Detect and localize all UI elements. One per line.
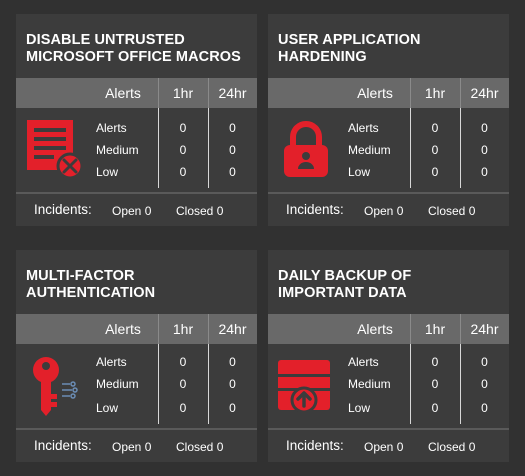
row-label-medium: Medium xyxy=(348,377,391,391)
row-label-medium: Medium xyxy=(96,143,139,157)
header-24hr: 24hr xyxy=(218,321,247,337)
card-title-line-2: IMPORTANT DATA xyxy=(278,285,407,301)
incidents-open[interactable]: Open 0 xyxy=(112,204,151,218)
row-label-alerts: Alerts xyxy=(348,121,379,135)
header-alerts: Alerts xyxy=(105,85,141,101)
low-1hr-value: 0 xyxy=(431,401,439,415)
header-divider xyxy=(208,78,209,108)
header-alerts: Alerts xyxy=(105,321,141,337)
incidents-open[interactable]: Open 0 xyxy=(112,440,151,454)
row-label-medium: Medium xyxy=(96,377,139,391)
card-title-line-1: MULTI-FACTOR xyxy=(26,268,135,284)
padlock-user-icon xyxy=(284,121,328,177)
row-label-alerts: Alerts xyxy=(96,355,127,369)
card-title-line-1: DISABLE UNTRUSTED xyxy=(26,32,185,48)
header-divider xyxy=(460,314,461,344)
medium-24hr-value: 0 xyxy=(229,377,236,391)
row-label-medium: Medium xyxy=(348,143,391,157)
incidents-open[interactable]: Open 0 xyxy=(364,204,403,218)
header-divider xyxy=(410,78,411,108)
incidents-closed[interactable]: Closed 0 xyxy=(176,204,223,218)
medium-1hr-value: 0 xyxy=(179,377,187,391)
row-label-low: Low xyxy=(348,401,371,415)
low-1hr-value: 0 xyxy=(179,401,187,415)
alerts-table-header: Alerts 1hr 24hr xyxy=(16,78,257,108)
alerts-1hr-value: 0 xyxy=(179,121,187,135)
medium-1hr-value: 0 xyxy=(431,143,439,157)
row-label-alerts: Alerts xyxy=(96,121,127,135)
alerts-1hr-value: 0 xyxy=(431,121,439,135)
alerts-1hr-value: 0 xyxy=(431,355,439,369)
header-divider xyxy=(460,78,461,108)
low-24hr-value: 0 xyxy=(229,165,236,179)
card-title-line-1: USER APPLICATION xyxy=(278,32,421,48)
incidents-open[interactable]: Open 0 xyxy=(364,440,403,454)
card-title-line-2: MICROSOFT OFFICE MACROS xyxy=(26,49,241,65)
header-divider xyxy=(410,314,411,344)
row-label-low: Low xyxy=(348,165,371,179)
incidents-closed[interactable]: Closed 0 xyxy=(176,440,223,454)
medium-24hr-value: 0 xyxy=(481,143,488,157)
header-alerts: Alerts xyxy=(357,85,393,101)
low-24hr-value: 0 xyxy=(481,401,488,415)
key-icon xyxy=(33,357,78,416)
incidents-closed[interactable]: Closed 0 xyxy=(428,204,475,218)
card-disable-macros[interactable]: DISABLE UNTRUSTED MICROSOFT OFFICE MACRO… xyxy=(16,14,257,226)
low-1hr-value: 0 xyxy=(431,165,439,179)
alerts-24hr-value: 0 xyxy=(229,355,236,369)
incidents-label: Incidents: xyxy=(34,438,92,453)
header-24hr: 24hr xyxy=(218,85,247,101)
header-1hr: 1hr xyxy=(172,85,194,101)
medium-24hr-value: 0 xyxy=(229,143,236,157)
alerts-1hr-value: 0 xyxy=(179,355,187,369)
header-1hr: 1hr xyxy=(424,85,446,101)
row-label-low: Low xyxy=(96,165,119,179)
alerts-24hr-value: 0 xyxy=(481,355,488,369)
card-title: USER APPLICATION HARDENING xyxy=(278,32,506,66)
card-title: MULTI-FACTOR AUTHENTICATION xyxy=(26,268,254,302)
card-user-app-hardening[interactable]: USER APPLICATION HARDENING Alerts 1hr 24… xyxy=(268,14,509,226)
incidents-footer: Incidents: Open 0 Closed 0 xyxy=(16,192,257,226)
incidents-label: Incidents: xyxy=(286,202,344,217)
low-24hr-value: 0 xyxy=(481,165,488,179)
incidents-footer: Incidents: Open 0 Closed 0 xyxy=(268,192,509,226)
header-divider xyxy=(208,314,209,344)
medium-1hr-value: 0 xyxy=(431,377,439,391)
alerts-24hr-value: 0 xyxy=(229,121,236,135)
header-1hr: 1hr xyxy=(424,321,446,337)
card-title-line-1: DAILY BACKUP OF xyxy=(278,268,412,284)
medium-1hr-value: 0 xyxy=(179,143,187,157)
low-24hr-value: 0 xyxy=(229,401,236,415)
alerts-table-header: Alerts 1hr 24hr xyxy=(268,78,509,108)
card-title: DAILY BACKUP OF IMPORTANT DATA xyxy=(278,268,506,302)
incidents-footer: Incidents: Open 0 Closed 0 xyxy=(16,428,257,462)
card-mfa[interactable]: MULTI-FACTOR AUTHENTICATION Alerts 1hr 2… xyxy=(16,250,257,462)
header-1hr: 1hr xyxy=(172,321,194,337)
card-title: DISABLE UNTRUSTED MICROSOFT OFFICE MACRO… xyxy=(26,32,254,66)
header-divider xyxy=(158,314,159,344)
low-1hr-value: 0 xyxy=(179,165,187,179)
alerts-table-header: Alerts 1hr 24hr xyxy=(16,314,257,344)
backup-upload-icon xyxy=(278,360,330,414)
incidents-label: Incidents: xyxy=(286,438,344,453)
incidents-footer: Incidents: Open 0 Closed 0 xyxy=(268,428,509,462)
card-title-line-2: HARDENING xyxy=(278,49,367,65)
incidents-closed[interactable]: Closed 0 xyxy=(428,440,475,454)
document-blocked-icon xyxy=(27,120,84,180)
header-divider xyxy=(158,78,159,108)
header-24hr: 24hr xyxy=(470,85,499,101)
card-title-line-2: AUTHENTICATION xyxy=(26,285,156,301)
header-alerts: Alerts xyxy=(357,321,393,337)
medium-24hr-value: 0 xyxy=(481,377,488,391)
dashboard-grid: DISABLE UNTRUSTED MICROSOFT OFFICE MACRO… xyxy=(0,0,525,476)
header-24hr: 24hr xyxy=(470,321,499,337)
row-label-low: Low xyxy=(96,401,119,415)
row-label-alerts: Alerts xyxy=(348,355,379,369)
card-daily-backup[interactable]: DAILY BACKUP OF IMPORTANT DATA Alerts 1h… xyxy=(268,250,509,462)
incidents-label: Incidents: xyxy=(34,202,92,217)
alerts-table-header: Alerts 1hr 24hr xyxy=(268,314,509,344)
alerts-24hr-value: 0 xyxy=(481,121,488,135)
